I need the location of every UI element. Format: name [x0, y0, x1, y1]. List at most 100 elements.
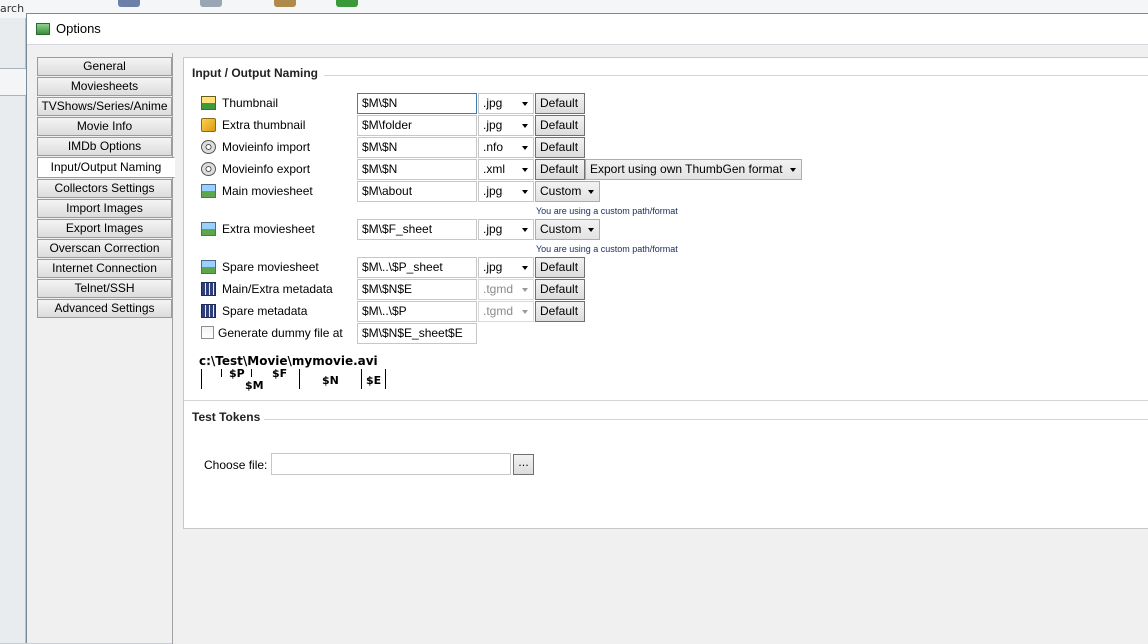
export-format-select[interactable]: Export using own ThumbGen format: [585, 159, 802, 180]
token-e: $E: [366, 374, 382, 387]
chevron-down-icon: [522, 146, 528, 150]
tab-moviesheets[interactable]: Moviesheets: [37, 77, 172, 96]
tab-movie-info[interactable]: Movie Info: [37, 117, 172, 136]
tab-general[interactable]: General: [37, 57, 172, 76]
row-movieinfo-export: Movieinfo export $M\$N .xml Default Expo…: [201, 159, 901, 181]
row-main-extra-metadata: Main/Extra metadata $M\$N$E .tgmd Defaul…: [201, 279, 901, 301]
options-window: Options General Moviesheets TVShows/Seri…: [26, 13, 1148, 644]
extra-moviesheet-ext-select[interactable]: .jpg: [478, 219, 534, 240]
options-tabs: General Moviesheets TVShows/Series/Anime…: [37, 56, 175, 318]
toolbar-icon-1: [118, 0, 140, 7]
thumbnail-image-icon: [201, 96, 216, 110]
movieinfo-export-path-input[interactable]: $M\$N: [357, 159, 477, 180]
chevron-down-icon: [522, 310, 528, 314]
spare-metadata-default-button[interactable]: Default: [535, 301, 585, 322]
spare-metadata-path-input[interactable]: $M\..\$P: [357, 301, 477, 322]
extra-moviesheet-custom-select[interactable]: Custom: [535, 219, 600, 240]
row-main-moviesheet: Main moviesheet $M\about .jpg Custom: [201, 181, 901, 203]
film-reel-icon: [201, 162, 216, 176]
main-moviesheet-path-input[interactable]: $M\about: [357, 181, 477, 202]
test-tokens-group-title: Test Tokens: [190, 410, 263, 424]
row-label: Spare metadata: [222, 304, 308, 318]
row-label: Main/Extra metadata: [222, 282, 333, 296]
background-search-label: arch: [0, 2, 25, 15]
extra-moviesheet-path-input[interactable]: $M\$F_sheet: [357, 219, 477, 240]
row-spare-moviesheet: Spare moviesheet $M\..\$P_sheet .jpg Def…: [201, 257, 901, 279]
row-label: Extra thumbnail: [222, 118, 306, 132]
image-icon: [201, 222, 216, 236]
thumbnail-path-input[interactable]: $M\$N: [357, 93, 477, 114]
dummy-file-path-input[interactable]: $M\$N$E_sheet$E: [357, 323, 477, 344]
image-icon: [201, 184, 216, 198]
background-app-sidebar: [0, 18, 26, 643]
tab-internet-connection[interactable]: Internet Connection: [37, 259, 172, 278]
tab-export-images[interactable]: Export Images: [37, 219, 172, 238]
movieinfo-import-default-button[interactable]: Default: [535, 137, 585, 158]
movieinfo-export-default-button[interactable]: Default: [535, 159, 585, 180]
tab-input-output-naming[interactable]: Input/Output Naming: [37, 157, 175, 178]
token-m: $M: [245, 379, 264, 392]
tab-import-images[interactable]: Import Images: [37, 199, 172, 218]
tab-tvshows[interactable]: TVShows/Series/Anime: [37, 97, 172, 116]
film-reel-icon: [201, 140, 216, 154]
spare-moviesheet-default-button[interactable]: Default: [535, 257, 585, 278]
extra-moviesheet-custom-note: You are using a custom path/format: [536, 244, 678, 254]
movieinfo-import-path-input[interactable]: $M\$N: [357, 137, 477, 158]
thumbnail-default-button[interactable]: Default: [535, 93, 585, 114]
titlebar: Options: [27, 14, 1148, 45]
window-icon: [36, 23, 50, 35]
io-naming-group-title: Input / Output Naming: [190, 66, 320, 80]
chevron-down-icon: [522, 190, 528, 194]
extra-thumbnail-default-button[interactable]: Default: [535, 115, 585, 136]
main-moviesheet-custom-select[interactable]: Custom: [535, 181, 600, 202]
tab-collectors-settings[interactable]: Collectors Settings: [37, 179, 172, 198]
row-label: Movieinfo import: [222, 140, 311, 154]
chevron-down-icon: [522, 124, 528, 128]
movieinfo-import-ext-select[interactable]: .nfo: [478, 137, 534, 158]
metadata-icon: [201, 304, 216, 318]
generate-dummy-label: Generate dummy file at: [218, 326, 343, 340]
chevron-down-icon: [588, 228, 594, 232]
browse-file-button[interactable]: ...: [513, 454, 534, 475]
row-extra-moviesheet: Extra moviesheet $M\$F_sheet .jpg Custom: [201, 219, 901, 241]
chevron-down-icon: [588, 190, 594, 194]
main-extra-metadata-default-button[interactable]: Default: [535, 279, 585, 300]
tab-overscan-correction[interactable]: Overscan Correction: [37, 239, 172, 258]
row-thumbnail: Thumbnail $M\$N .jpg Default: [201, 93, 901, 115]
diagram-path: c:\Test\Movie\mymovie.avi: [199, 354, 378, 368]
tab-content: Input / Output Naming Thumbnail $M\$N .j…: [172, 53, 1148, 644]
token-p: $P: [229, 367, 245, 380]
token-n: $N: [322, 374, 339, 387]
extra-thumbnail-path-input[interactable]: $M\folder: [357, 115, 477, 136]
spare-moviesheet-path-input[interactable]: $M\..\$P_sheet: [357, 257, 477, 278]
movieinfo-export-ext-select[interactable]: .xml: [478, 159, 534, 180]
chevron-down-icon: [522, 168, 528, 172]
row-generate-dummy: Generate dummy file at $M\$N$E_sheet$E: [201, 323, 901, 345]
row-spare-metadata: Spare metadata $M\..\$P .tgmd Default: [201, 301, 901, 323]
choose-file-input[interactable]: [271, 453, 511, 475]
row-label: Thumbnail: [222, 96, 279, 110]
spare-moviesheet-ext-select[interactable]: .jpg: [478, 257, 534, 278]
generate-dummy-checkbox[interactable]: [201, 326, 214, 339]
main-extra-metadata-path-input[interactable]: $M\$N$E: [357, 279, 477, 300]
chevron-down-icon: [522, 266, 528, 270]
extra-thumbnail-icon: [201, 118, 216, 132]
row-movieinfo-import: Movieinfo import $M\$N .nfo Default: [201, 137, 901, 159]
toolbar-icon-3: [274, 0, 296, 7]
row-label: Main moviesheet: [222, 184, 313, 198]
metadata-icon: [201, 282, 216, 296]
chevron-down-icon: [522, 288, 528, 292]
row-label: Spare moviesheet: [222, 260, 319, 274]
main-moviesheet-ext-select[interactable]: .jpg: [478, 181, 534, 202]
extra-thumbnail-ext-select[interactable]: .jpg: [478, 115, 534, 136]
chevron-down-icon: [522, 228, 528, 232]
thumbnail-ext-select[interactable]: .jpg: [478, 93, 534, 114]
tab-imdb-options[interactable]: IMDb Options: [37, 137, 172, 156]
toolbar-icon-4: [336, 0, 358, 7]
row-extra-thumbnail: Extra thumbnail $M\folder .jpg Default: [201, 115, 901, 137]
tab-advanced-settings[interactable]: Advanced Settings: [37, 299, 172, 318]
tab-telnet-ssh[interactable]: Telnet/SSH: [37, 279, 172, 298]
spare-metadata-ext-select: .tgmd: [478, 301, 534, 322]
image-icon: [201, 260, 216, 274]
row-label: Extra moviesheet: [222, 222, 315, 236]
